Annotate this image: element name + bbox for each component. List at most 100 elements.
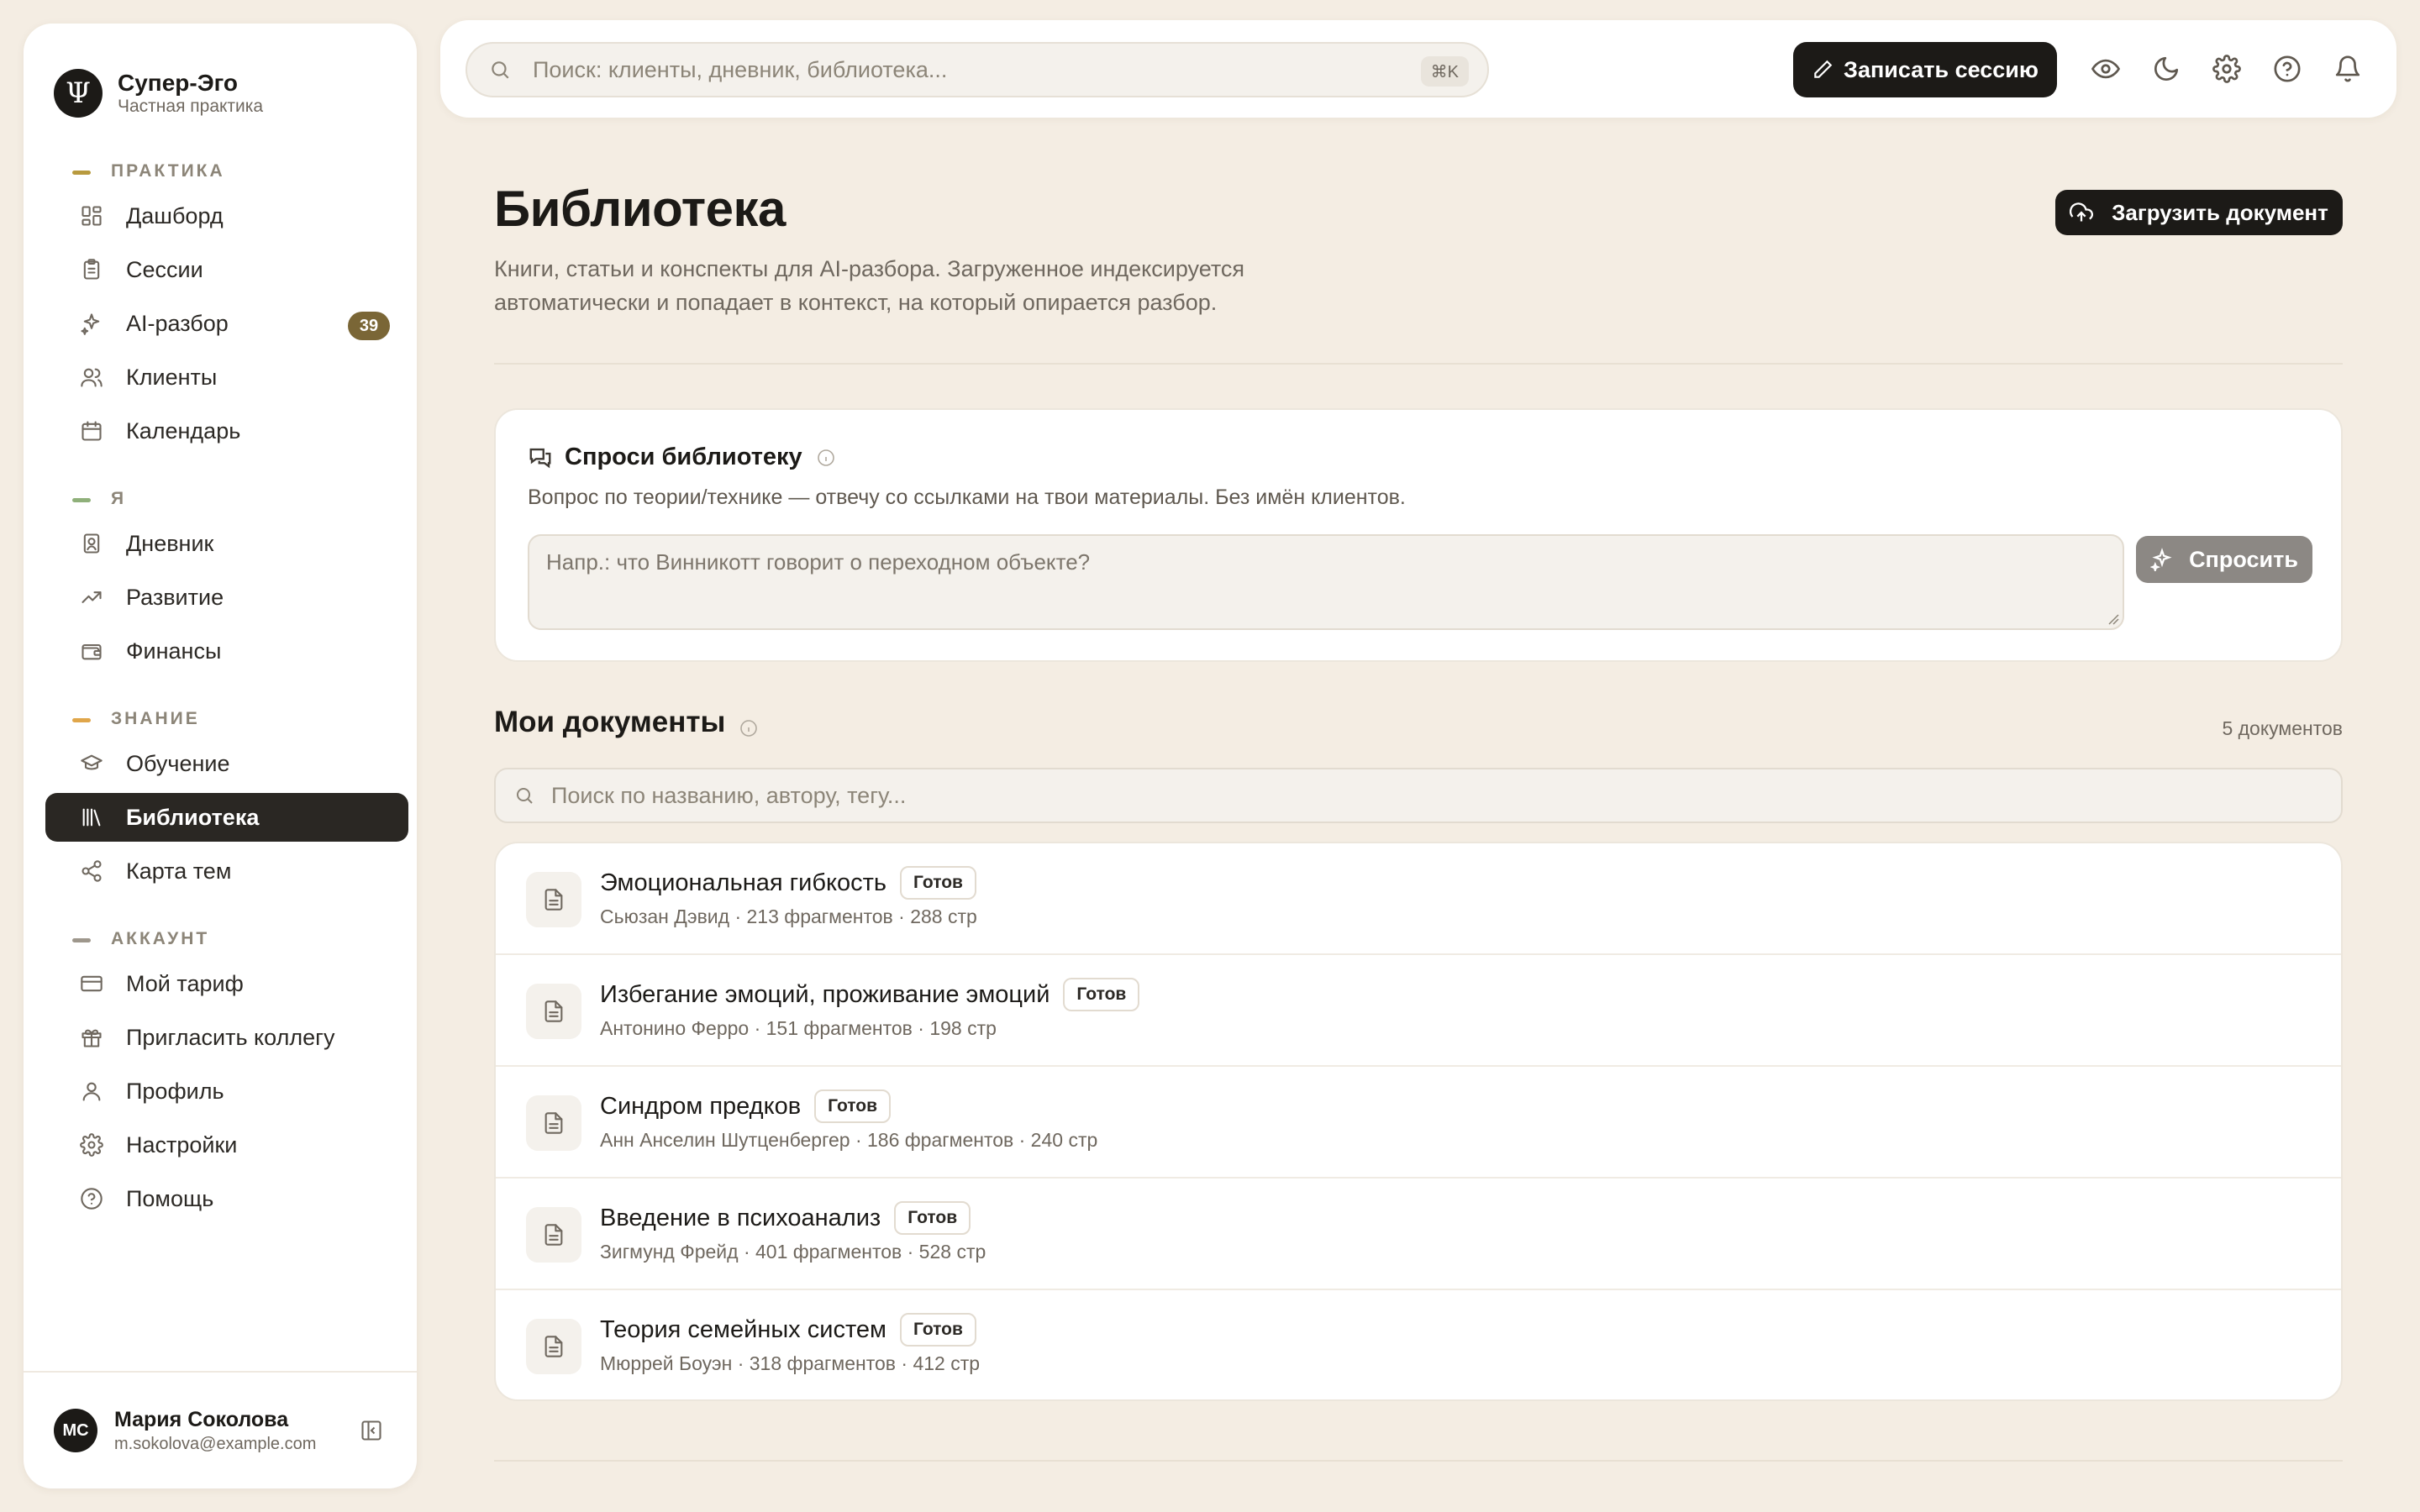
section-divider: [494, 363, 2343, 365]
sidebar-item-sessions[interactable]: Сессии: [45, 245, 408, 294]
sidebar-item-journal[interactable]: Дневник: [45, 519, 408, 568]
trending-up-icon: [79, 585, 104, 610]
nav-section-practice: ПРАКТИКА: [39, 156, 402, 186]
document-row[interactable]: Теория семейных систем Готов Мюррей Боуэн…: [496, 1290, 2341, 1399]
record-session-button[interactable]: Записать сессию: [1793, 42, 2057, 97]
sidebar-item-profile[interactable]: Профиль: [45, 1067, 408, 1116]
credit-card-icon: [79, 971, 104, 996]
resize-handle-icon[interactable]: [2107, 613, 2119, 625]
record-session-label: Записать сессию: [1844, 56, 2039, 82]
search-icon: [492, 61, 509, 79]
info-icon[interactable]: [816, 448, 836, 468]
document-meta: Антонино Ферро · 151 фрагментов · 198 ст…: [600, 1017, 997, 1039]
sidebar-item-label: Обучение: [126, 750, 230, 776]
sidebar-item-plan[interactable]: Мой тариф: [45, 959, 408, 1008]
document-title: Теория семейных систем: [600, 1315, 886, 1343]
upload-document-button[interactable]: Загрузить документ: [2055, 190, 2343, 235]
sidebar-item-label: AI-разбор: [126, 310, 229, 336]
documents-search-input[interactable]: Поиск по названию, автору, тегу...: [494, 768, 2343, 823]
documents-list: Эмоциональная гибкость Готов Сьюзан Дэвид…: [494, 842, 2343, 1401]
sidebar-item-dashboard[interactable]: Дашборд: [45, 192, 408, 240]
eye-icon[interactable]: [2087, 50, 2124, 87]
page-title: Библиотека: [494, 181, 786, 237]
ask-library-subtitle: Вопрос по теории/технике — отвечу со ссы…: [528, 486, 1406, 509]
topbar: Поиск: клиенты, дневник, библиотека... ⌘…: [440, 20, 2396, 118]
status-badge: Готов: [894, 1201, 971, 1235]
sidebar-item-label: Финансы: [126, 638, 222, 664]
document-meta: Мюррей Боуэн · 318 фрагментов · 412 стр: [600, 1352, 981, 1374]
help-circle-icon[interactable]: [2269, 50, 2306, 87]
sidebar-item-clients[interactable]: Клиенты: [45, 353, 408, 402]
info-icon[interactable]: [739, 712, 759, 737]
wallet-icon: [79, 638, 104, 664]
document-title: Синдром предков: [600, 1092, 802, 1120]
bell-icon[interactable]: [2329, 50, 2366, 87]
user-icon: [79, 1079, 104, 1104]
gear-icon[interactable]: [2208, 50, 2245, 87]
sidebar-item-settings[interactable]: Настройки: [45, 1121, 408, 1169]
sidebar-item-label: Мой тариф: [126, 970, 244, 996]
status-badge: Готов: [900, 866, 976, 900]
collapse-sidebar-button[interactable]: [356, 1415, 387, 1446]
global-search-input[interactable]: Поиск: клиенты, дневник, библиотека... ⌘…: [466, 42, 1489, 97]
ask-submit-label: Спросить: [2189, 546, 2298, 572]
sidebar-item-library[interactable]: Библиотека: [45, 793, 408, 842]
gear-icon: [79, 1132, 104, 1158]
document-icon: [526, 872, 581, 927]
sidebar-item-calendar[interactable]: Календарь: [45, 407, 408, 455]
nav-section-label: Я: [111, 489, 127, 508]
sidebar-item-label: Календарь: [126, 417, 241, 444]
sidebar-item-help[interactable]: Помощь: [45, 1174, 408, 1223]
sidebar-item-growth[interactable]: Развитие: [45, 573, 408, 622]
sidebar-collapse-icon: [361, 1420, 381, 1441]
upload-document-label: Загрузить документ: [2112, 199, 2328, 225]
document-row[interactable]: Эмоциональная гибкость Готов Сьюзан Дэвид…: [496, 843, 2341, 955]
status-badge: Готов: [1063, 978, 1140, 1011]
documents-count: 5 документов: [2222, 717, 2343, 739]
sidebar-item-label: Сессии: [126, 256, 203, 282]
brand[interactable]: Ψ Супер-Эго Частная практика: [24, 24, 417, 133]
ask-submit-button[interactable]: Спросить: [2136, 536, 2312, 583]
calendar-icon: [79, 418, 104, 444]
search-placeholder: Поиск: клиенты, дневник, библиотека...: [533, 56, 948, 82]
sparkles-icon: [79, 311, 104, 336]
journal-icon: [79, 531, 104, 556]
section-accent-dash: [72, 718, 91, 722]
nav-section-label: ЗНАНИЕ: [111, 709, 200, 728]
sidebar-nav: ПРАКТИКА Дашборд Сессии AI-разбор 39 Кли…: [24, 133, 417, 1371]
sidebar: Ψ Супер-Эго Частная практика ПРАКТИКА Да…: [24, 24, 417, 1488]
document-icon: [526, 1095, 581, 1151]
sidebar-item-invite[interactable]: Пригласить коллегу: [45, 1013, 408, 1062]
user-profile[interactable]: MC Мария Соколова m.sokolova@example.com: [24, 1371, 417, 1488]
sidebar-item-label: Развитие: [126, 584, 224, 610]
chat-bubbles-icon: [529, 448, 551, 468]
document-meta: Сьюзан Дэвид · 213 фрагментов · 288 стр: [600, 906, 977, 927]
ask-question-textarea[interactable]: Напр.: что Винникотт говорит о переходно…: [528, 534, 2124, 630]
sidebar-item-label: Клиенты: [126, 364, 218, 390]
sidebar-item-ai-review[interactable]: AI-разбор 39: [45, 299, 408, 348]
moon-icon[interactable]: [2148, 50, 2185, 87]
sidebar-item-learning[interactable]: Обучение: [45, 739, 408, 788]
sidebar-item-label: Карта тем: [126, 858, 232, 884]
document-row[interactable]: Синдром предков Готов Анн Анселин Шутценб…: [496, 1067, 2341, 1179]
clipboard-icon: [79, 257, 104, 282]
sidebar-item-topic-map[interactable]: Карта тем: [45, 847, 408, 895]
sidebar-item-finance[interactable]: Финансы: [45, 627, 408, 675]
documents-section-title: Мои документы: [494, 706, 759, 739]
brand-logo-icon: Ψ: [54, 69, 103, 118]
document-row[interactable]: Избегание эмоций, проживание эмоций Готов…: [496, 955, 2341, 1067]
document-row[interactable]: Введение в психоанализ Готов Зигмунд Фрей…: [496, 1179, 2341, 1290]
nav-section-me: Я: [39, 484, 402, 514]
brand-subtitle: Частная практика: [118, 97, 264, 116]
documents-title-text: Мои документы: [494, 706, 726, 738]
documents-search-placeholder: Поиск по названию, автору, тегу...: [551, 782, 907, 808]
pencil-icon: [1814, 60, 1833, 78]
sparkles-icon: [2150, 548, 2172, 571]
cloud-upload-icon: [2070, 202, 2094, 222]
user-name: Мария Соколова: [114, 1408, 289, 1431]
document-icon: [526, 984, 581, 1039]
dashboard-icon: [79, 203, 104, 228]
document-icon: [526, 1319, 581, 1374]
gift-icon: [79, 1025, 104, 1050]
nav-section-label: ПРАКТИКА: [111, 161, 225, 181]
